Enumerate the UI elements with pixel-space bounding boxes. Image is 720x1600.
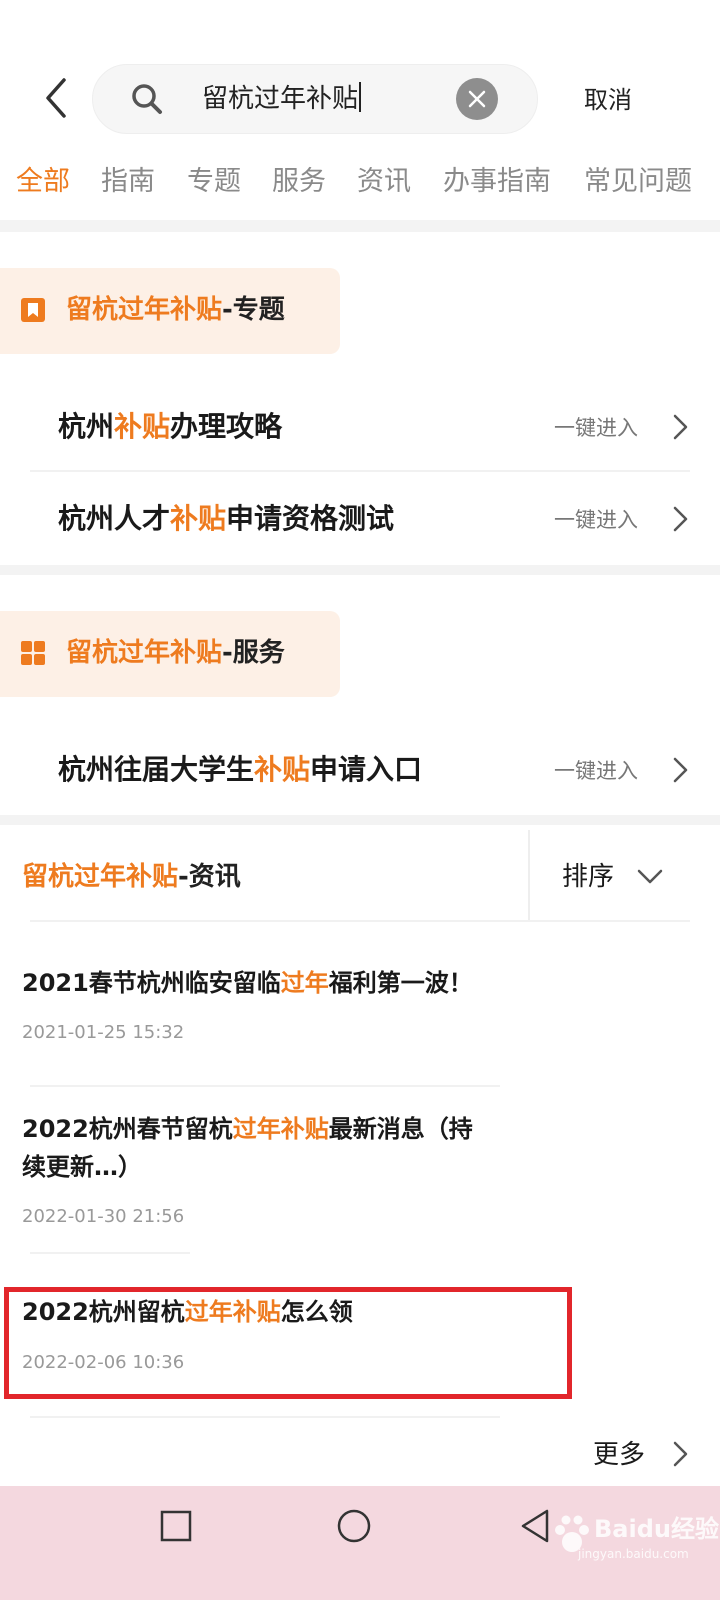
- watermark-brand: Baidu经验: [594, 1515, 719, 1543]
- tab-guide[interactable]: 指南: [101, 162, 155, 202]
- topic-item-title[interactable]: 杭州补贴办理攻略: [58, 407, 282, 447]
- baidu-watermark: Baidu经验 jingyan.baidu.com: [550, 1512, 719, 1572]
- back-nav-icon[interactable]: [520, 1509, 550, 1543]
- tab-service[interactable]: 服务: [272, 162, 326, 202]
- grid-icon: [21, 641, 45, 665]
- vertical-divider: [528, 830, 530, 920]
- recent-apps-icon[interactable]: [160, 1510, 192, 1542]
- cancel-button[interactable]: 取消: [584, 80, 632, 120]
- row-divider: [30, 470, 690, 472]
- home-icon[interactable]: [336, 1508, 372, 1544]
- section-separator: [0, 565, 720, 575]
- news-item-title[interactable]: 2022杭州春节留杭过年补贴最新消息（持续更新…）: [22, 1110, 492, 1186]
- enter-button[interactable]: 一键进入: [554, 756, 638, 786]
- search-input[interactable]: 留杭过年补贴: [202, 80, 362, 118]
- tab-all[interactable]: 全部: [16, 162, 70, 202]
- service-item-title[interactable]: 杭州往届大学生补贴申请入口: [58, 750, 422, 790]
- more-button[interactable]: 更多: [593, 1435, 645, 1475]
- service-section-title: 留杭过年补贴-服务: [66, 638, 285, 668]
- enter-button[interactable]: 一键进入: [554, 505, 638, 535]
- chevron-right-icon[interactable]: [672, 413, 688, 441]
- chevron-right-icon[interactable]: [672, 505, 688, 533]
- chevron-right-icon[interactable]: [672, 1440, 688, 1468]
- news-section-title: 留杭过年补贴-资讯: [22, 862, 241, 892]
- tab-topic[interactable]: 专题: [187, 162, 241, 202]
- chevron-down-icon[interactable]: [636, 868, 664, 886]
- search-query: 留杭过年补贴: [202, 84, 359, 114]
- row-divider: [30, 920, 690, 922]
- tab-faq[interactable]: 常见问题: [584, 162, 692, 202]
- chevron-right-icon[interactable]: [672, 756, 688, 784]
- bookmark-icon: [21, 298, 45, 322]
- section-separator: [0, 815, 720, 825]
- row-divider: [30, 1416, 500, 1418]
- row-divider: [30, 1085, 500, 1087]
- news-item-date: 2022-01-30 21:56: [22, 1206, 185, 1227]
- section-separator: [0, 220, 720, 232]
- search-icon: [132, 84, 162, 114]
- sort-button[interactable]: 排序: [562, 857, 614, 897]
- text-caret: [359, 82, 362, 112]
- tab-news[interactable]: 资讯: [357, 162, 411, 202]
- highlight-box: [4, 1287, 572, 1399]
- tab-affairs-guide[interactable]: 办事指南: [443, 162, 551, 202]
- news-item-title[interactable]: 2021春节杭州临安留临过年福利第一波！: [22, 964, 492, 1002]
- news-item-date: 2021-01-25 15:32: [22, 1022, 185, 1043]
- topic-section-title: 留杭过年补贴-专题: [66, 295, 285, 325]
- clear-search-button[interactable]: [456, 78, 498, 120]
- watermark-url: jingyan.baidu.com: [578, 1547, 689, 1561]
- topic-item-title[interactable]: 杭州人才补贴申请资格测试: [58, 499, 394, 539]
- enter-button[interactable]: 一键进入: [554, 413, 638, 443]
- close-icon: [468, 90, 486, 108]
- row-divider: [30, 1252, 190, 1254]
- back-arrow-icon[interactable]: [36, 72, 80, 124]
